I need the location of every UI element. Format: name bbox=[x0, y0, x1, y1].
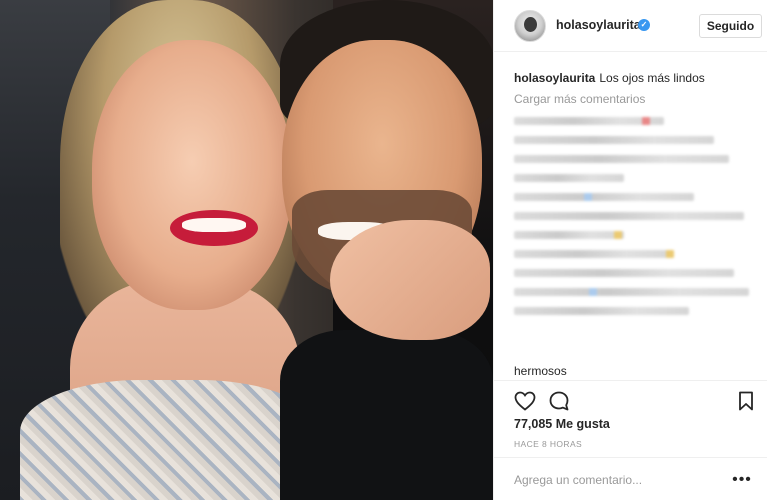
man-shirt bbox=[280, 330, 493, 500]
blurred-comment bbox=[514, 136, 714, 144]
sequin-dress bbox=[20, 380, 320, 500]
blurred-comment bbox=[514, 231, 624, 239]
load-more-comments-link[interactable]: Cargar más comentarios bbox=[514, 92, 759, 106]
blurred-comment bbox=[514, 288, 749, 296]
blurred-comment bbox=[514, 307, 689, 315]
blurred-comment bbox=[514, 269, 734, 277]
comment-text: hermosos bbox=[514, 364, 567, 378]
caption-text: Los ojos más lindos bbox=[599, 71, 705, 85]
verified-badge-icon: ✓ bbox=[638, 19, 650, 31]
post-header: holasoylaurita ✓ Seguido bbox=[494, 0, 767, 52]
avatar[interactable] bbox=[514, 10, 546, 42]
likes-count[interactable]: 77,085 Me gusta bbox=[514, 417, 610, 431]
blurred-comment bbox=[514, 193, 694, 201]
comment-input[interactable] bbox=[514, 470, 714, 490]
blurred-comment bbox=[514, 250, 674, 258]
blurred-comment bbox=[514, 155, 729, 163]
timestamp: HACE 8 HORAS bbox=[514, 439, 583, 449]
more-options-icon[interactable]: ••• bbox=[732, 470, 752, 490]
blurred-comment bbox=[514, 212, 744, 220]
following-button[interactable]: Seguido bbox=[699, 14, 762, 38]
blurred-comment bbox=[514, 117, 664, 125]
blurred-comment bbox=[514, 174, 624, 182]
hand-on-chin bbox=[330, 220, 490, 340]
caption-username[interactable]: holasoylaurita bbox=[514, 71, 595, 85]
post-side-panel: holasoylaurita ✓ Seguido holasoylaurita L… bbox=[493, 0, 767, 500]
add-comment-bar: ••• bbox=[494, 457, 767, 500]
post-photo[interactable] bbox=[0, 0, 493, 500]
bookmark-icon[interactable] bbox=[734, 389, 758, 413]
woman-face bbox=[92, 40, 292, 310]
comments-list: holasoylaurita Los ojos más lindos Cargar… bbox=[514, 70, 759, 380]
post-actions: 77,085 Me gusta HACE 8 HORAS ••• bbox=[494, 380, 767, 500]
heart-icon[interactable] bbox=[513, 389, 537, 413]
woman-smile bbox=[182, 218, 246, 232]
caption: holasoylaurita Los ojos más lindos bbox=[514, 70, 759, 86]
username-link[interactable]: holasoylaurita bbox=[556, 18, 641, 32]
comment-icon[interactable] bbox=[547, 389, 571, 413]
